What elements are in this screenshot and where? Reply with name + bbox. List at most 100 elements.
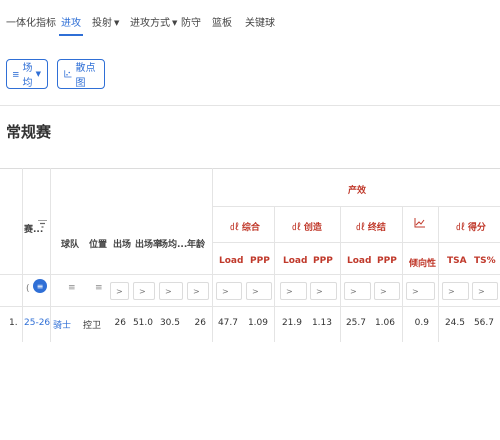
filter-icon[interactable] [38, 219, 47, 231]
minutes-filter-input[interactable]: > [159, 282, 183, 300]
row-tsa: 24.5 [444, 318, 465, 328]
ppp-3-filter-input[interactable]: > [374, 282, 400, 300]
col-header-ppp-3[interactable]: PPP [377, 256, 397, 266]
minutes-header[interactable]: 场均... [159, 237, 187, 250]
line-chart-icon [414, 218, 425, 231]
filter-arrow: > [350, 286, 357, 296]
filter-arrow: > [286, 286, 293, 296]
filter-arrow: > [412, 286, 419, 296]
row-team-link[interactable]: 骑士 [53, 318, 71, 331]
filter-arrow: > [165, 286, 172, 296]
subgroup-finish-label: 终结 [367, 223, 386, 233]
tendency-filter-input[interactable]: > [406, 282, 435, 300]
row-season-link[interactable]: 25-26 [24, 318, 50, 328]
chart-icon: ㎗ [230, 223, 242, 233]
col-header-load-2[interactable]: Load [283, 256, 307, 266]
per-game-dropdown[interactable]: 场均 ▼ [6, 59, 48, 89]
games-filter-input[interactable]: > [110, 282, 129, 300]
scatter-plot-button[interactable]: 散点图 [57, 59, 105, 89]
chart-icon: ㎗ [456, 223, 468, 233]
grid-line [212, 168, 213, 342]
row-games: 26 [114, 318, 126, 328]
tab-rebound[interactable]: 篮板 [212, 14, 232, 29]
active-tab-indicator [59, 34, 83, 36]
row-minutes: 30.5 [159, 318, 180, 328]
grid-line [212, 242, 500, 243]
tsa-filter-input[interactable]: > [442, 282, 469, 300]
filter-arrow: > [448, 286, 455, 296]
col-header-tsa[interactable]: TSA [447, 256, 467, 266]
position-filter-icon[interactable]: ≡ [95, 283, 103, 293]
load-2-filter-input[interactable]: > [280, 282, 307, 300]
col-header-tendency[interactable]: 倾向性 [409, 256, 436, 269]
age-header[interactable]: 年龄 [187, 237, 205, 250]
season-filter-active-icon[interactable]: ≡ [33, 279, 47, 293]
ppp-1-filter-input[interactable]: > [246, 282, 272, 300]
col-header-load-3[interactable]: Load [347, 256, 371, 266]
games-rate-filter-input[interactable]: > [133, 282, 155, 300]
tab-offense-type[interactable]: 进攻方式 ▼ [130, 14, 177, 29]
filter-arrow: > [116, 286, 123, 296]
chart-icon: ㎗ [292, 223, 304, 233]
grid-line [0, 274, 500, 275]
row-position: 控卫 [83, 321, 102, 331]
tab-shooting[interactable]: 投射 ▼ [92, 14, 119, 29]
col-header-ts-pct[interactable]: TS% [474, 256, 496, 266]
chevron-down-icon: ▼ [114, 19, 120, 27]
grid-line [212, 206, 500, 207]
row-games-rate: 51.0 [132, 318, 153, 328]
chevron-down-icon: ▼ [172, 19, 178, 27]
row-ppp-2: 1.13 [311, 318, 332, 328]
row-load-2: 21.9 [281, 318, 302, 328]
team-header[interactable]: 球队 [61, 237, 79, 250]
load-1-filter-input[interactable]: > [216, 282, 242, 300]
chevron-down-icon: ▼ [35, 70, 41, 78]
col-header-load-1[interactable]: Load [219, 256, 243, 266]
subgroup-overall-label: 综合 [241, 223, 260, 233]
list-icon [13, 71, 19, 77]
subgroup-finish: ㎗ 终结 [356, 220, 386, 233]
subgroup-scoring-label: 得分 [467, 223, 486, 233]
tab-offense-type-label: 进攻方式 [130, 18, 170, 29]
tab-offense[interactable]: 进攻 [61, 14, 81, 29]
grid-line [22, 168, 23, 342]
subgroup-overall: ㎗ 综合 [230, 220, 260, 233]
group-header-efficiency: 产效 [348, 186, 367, 196]
games-rate-header[interactable]: 出场率 [135, 237, 162, 250]
ppp-2-filter-input[interactable]: > [310, 282, 337, 300]
row-load-3: 25.7 [345, 318, 366, 328]
load-3-filter-input[interactable]: > [344, 282, 371, 300]
tab-clutch[interactable]: 关键球 [245, 14, 275, 29]
section-title: 常规赛 [6, 123, 52, 141]
col-header-ppp-1[interactable]: PPP [250, 256, 270, 266]
filter-arrow: > [316, 286, 323, 296]
tab-defense[interactable]: 防守 [181, 14, 201, 29]
scatter-chart-icon [64, 70, 72, 78]
row-index: 1. [9, 318, 18, 328]
subgroup-scoring: ㎗ 得分 [456, 220, 486, 233]
row-tendency: 0.9 [414, 318, 429, 328]
per-game-label: 场均 [22, 63, 33, 89]
tab-shooting-label: 投射 [92, 18, 112, 29]
filter-arrow: > [193, 286, 200, 296]
ts-pct-filter-input[interactable]: > [472, 282, 498, 300]
position-header[interactable]: 位置 [89, 237, 107, 250]
scatter-label: 散点图 [75, 63, 96, 89]
age-filter-input[interactable]: > [187, 282, 209, 300]
subgroup-create-label: 创造 [303, 223, 322, 233]
grid-line [0, 306, 500, 307]
row-ppp-3: 1.06 [374, 318, 395, 328]
row-load-1: 47.7 [217, 318, 238, 328]
top-tab-bar: 一体化指标 进攻 投射 ▼ 进攻方式 ▼ 防守 篮板 关键球 [0, 0, 500, 44]
filter-arrow: > [380, 286, 387, 296]
stats-table [0, 168, 500, 342]
games-header[interactable]: 出场 [113, 237, 131, 250]
grid-line [50, 168, 51, 342]
team-filter-icon[interactable]: ≡ [68, 283, 76, 293]
tab-overall[interactable]: 一体化指标 [6, 14, 56, 29]
filter-arrow: > [222, 286, 229, 296]
col-header-ppp-2[interactable]: PPP [313, 256, 333, 266]
filter-arrow: > [139, 286, 146, 296]
chart-icon: ㎗ [356, 223, 368, 233]
row-ppp-1: 1.09 [247, 318, 268, 328]
